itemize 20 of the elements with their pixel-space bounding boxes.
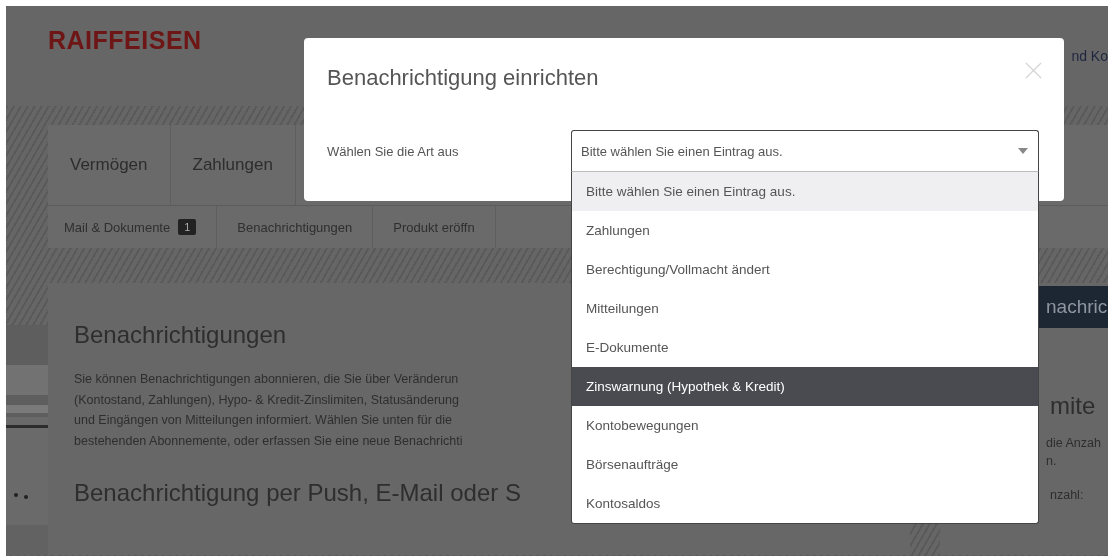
dropdown-option[interactable]: Zahlungen [572,211,1038,250]
side-text: die Anzah n. [1046,435,1101,470]
dropdown-option[interactable]: Zinswarnung (Hypothek & Kredit) [572,367,1038,406]
field-label: Wählen Sie die Art aus [327,143,460,159]
dropdown-option[interactable]: Mitteilungen [572,289,1038,328]
dropdown-option[interactable]: Kontosaldos [572,484,1038,523]
dropdown-option[interactable]: Kontobewegungen [572,406,1038,445]
caret-icon [1018,148,1028,154]
subsection-title: Benachrichtigung per Push, E-Mail oder S [74,479,521,507]
close-icon[interactable] [1025,61,1042,79]
field-label: nzahl: [1050,488,1084,502]
section-title: Benachrichtigungen [74,321,287,349]
dropdown-option[interactable]: Bitte wählen Sie einen Eintrag aus. [572,172,1038,211]
side-title: mite [1050,392,1096,420]
dropdown-option[interactable]: E-Dokumente [572,328,1038,367]
dropdown-option[interactable]: Börsenaufträge [572,445,1038,484]
count-badge: 1 [178,219,197,235]
dropdown-option[interactable]: Berechtigung/Vollmacht ändert [572,250,1038,289]
type-select[interactable]: Bitte wählen Sie einen Eintrag aus. [571,130,1039,172]
dialog-title: Benachrichtigung einrichten [327,65,599,91]
